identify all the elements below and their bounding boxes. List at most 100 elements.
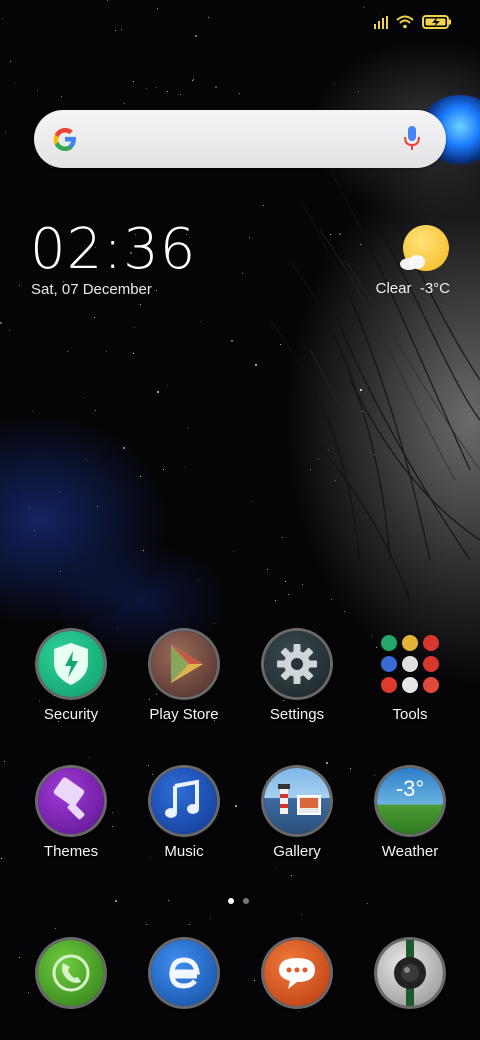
star xyxy=(146,924,147,925)
star xyxy=(1,858,2,859)
star xyxy=(5,132,6,133)
star xyxy=(123,447,125,449)
app-settings[interactable]: Settings xyxy=(247,631,347,723)
star xyxy=(330,234,331,235)
dock-phone[interactable] xyxy=(21,940,121,1006)
cloud-icon xyxy=(400,255,425,270)
dock-messaging[interactable] xyxy=(247,940,347,1006)
star xyxy=(335,480,336,481)
star xyxy=(267,569,268,570)
clock-time[interactable]: 02:36 xyxy=(30,220,196,280)
star xyxy=(140,476,141,477)
star xyxy=(288,594,289,595)
star xyxy=(318,459,319,460)
page-indicator[interactable] xyxy=(228,898,249,904)
star xyxy=(360,389,362,391)
star xyxy=(29,508,30,509)
app-gallery[interactable]: Gallery xyxy=(247,768,347,860)
star xyxy=(146,88,147,89)
star xyxy=(34,530,35,531)
app-music[interactable]: Music xyxy=(134,768,234,860)
star xyxy=(185,467,186,468)
star xyxy=(235,805,237,807)
star xyxy=(180,94,181,95)
star xyxy=(37,90,38,91)
star xyxy=(275,600,276,601)
star xyxy=(251,501,252,502)
star xyxy=(189,924,190,925)
star xyxy=(9,330,10,331)
microphone-icon[interactable] xyxy=(402,124,422,154)
star xyxy=(198,580,199,581)
star xyxy=(263,205,264,206)
star xyxy=(328,450,329,451)
star xyxy=(344,611,345,612)
star xyxy=(280,344,281,345)
browser-e-icon xyxy=(151,940,217,1006)
star xyxy=(214,623,215,624)
star xyxy=(157,391,159,393)
star xyxy=(255,364,257,366)
app-weather[interactable]: -3° Weather xyxy=(360,768,460,860)
star xyxy=(315,860,316,861)
page-dot[interactable] xyxy=(243,898,249,904)
dock-camera[interactable] xyxy=(360,940,460,1006)
app-play-store[interactable]: Play Store xyxy=(134,631,234,723)
star xyxy=(10,61,11,62)
star xyxy=(19,957,20,958)
star xyxy=(157,8,158,9)
star xyxy=(334,84,335,85)
star xyxy=(4,761,5,762)
weather-condition: Clear xyxy=(375,280,412,297)
star xyxy=(362,411,363,412)
star xyxy=(133,353,134,354)
star xyxy=(97,506,98,507)
star xyxy=(115,900,117,902)
star xyxy=(156,290,157,291)
star xyxy=(67,351,68,352)
star xyxy=(167,385,168,386)
star xyxy=(0,322,2,324)
star xyxy=(84,397,85,398)
star xyxy=(331,599,332,600)
app-label: Music xyxy=(164,843,204,860)
star xyxy=(208,17,209,18)
star xyxy=(285,581,286,582)
status-bar xyxy=(374,12,452,32)
google-g-icon[interactable] xyxy=(50,124,80,154)
gear-icon xyxy=(264,631,330,697)
dock-browser[interactable] xyxy=(134,940,234,1006)
music-note-icon xyxy=(151,768,217,834)
star xyxy=(106,351,107,352)
star xyxy=(374,454,375,455)
app-folder-tools[interactable]: Tools xyxy=(360,631,460,723)
app-themes[interactable]: Themes xyxy=(21,768,121,860)
lighthouse-photo-icon xyxy=(264,768,330,834)
star xyxy=(215,86,217,88)
paintbrush-icon xyxy=(38,768,104,834)
star xyxy=(124,103,125,104)
battery-charging-icon xyxy=(422,15,451,29)
signal-bars-icon xyxy=(374,15,388,29)
star xyxy=(94,317,95,318)
app-security[interactable]: Security xyxy=(21,631,121,723)
star xyxy=(143,550,144,551)
star xyxy=(249,237,250,238)
google-search-bar[interactable] xyxy=(34,110,446,168)
star xyxy=(168,900,169,901)
clock-date[interactable]: Sat, 07 December xyxy=(31,281,152,298)
star xyxy=(291,875,292,876)
star xyxy=(200,321,201,322)
camera-icon xyxy=(377,940,443,1006)
star xyxy=(19,285,20,286)
star xyxy=(302,584,303,585)
star xyxy=(301,914,302,915)
star xyxy=(326,762,328,764)
weather-summary[interactable]: Clear -3°C xyxy=(376,280,450,297)
star xyxy=(231,340,233,342)
star xyxy=(107,0,108,1)
play-triangle-icon xyxy=(151,631,217,697)
star xyxy=(51,167,52,168)
star xyxy=(242,273,243,274)
page-dot-active[interactable] xyxy=(228,898,234,904)
